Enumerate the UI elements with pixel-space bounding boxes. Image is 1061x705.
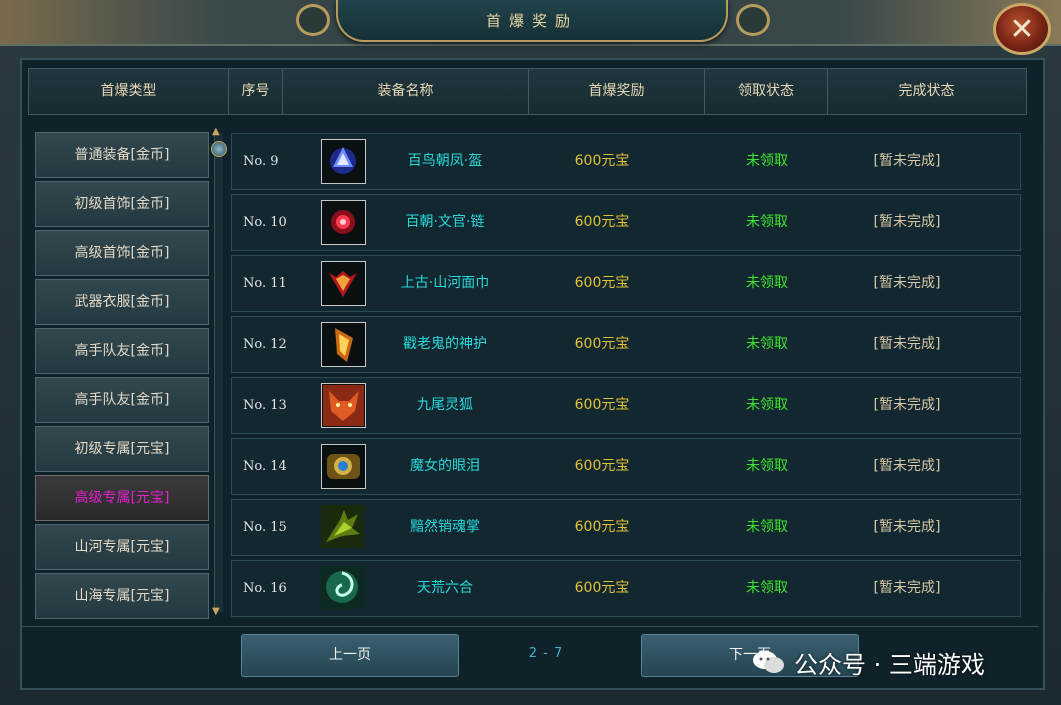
header-reward: 首爆奖励 bbox=[529, 69, 705, 114]
header-category: 首爆类型 bbox=[29, 69, 229, 114]
reward-value: 600元宝 bbox=[574, 214, 630, 230]
claim-status: 未领取 bbox=[746, 153, 788, 169]
row-number: No. 11 bbox=[243, 276, 287, 291]
claim-status: 未领取 bbox=[746, 580, 788, 596]
reward-value: 600元宝 bbox=[574, 519, 630, 535]
scroll-down-icon[interactable]: ▼ bbox=[212, 606, 220, 617]
claw-icon[interactable] bbox=[321, 505, 364, 548]
table-row[interactable]: No. 14 魔女的眼泪 600元宝 未领取 [暂未完成] bbox=[231, 438, 1021, 495]
sidebar-item-mountain-river-exclusive[interactable]: 山河专属[元宝] bbox=[35, 524, 209, 570]
table-row[interactable]: No. 9 百鸟朝凤·盔 600元宝 未领取 [暂未完成] bbox=[231, 133, 1021, 190]
complete-status: [暂未完成] bbox=[873, 336, 941, 352]
header-index: 序号 bbox=[229, 69, 283, 114]
equipment-name: 百朝·文官·链 bbox=[405, 214, 485, 230]
page-indicator: 2 - 7 bbox=[528, 646, 564, 661]
watermark-text: 公众号 · 三端游戏 bbox=[794, 650, 985, 679]
complete-status: [暂未完成] bbox=[873, 153, 941, 169]
equipment-name: 天荒六合 bbox=[417, 580, 473, 596]
row-number: No. 15 bbox=[243, 520, 287, 535]
claim-status: 未领取 bbox=[746, 214, 788, 230]
row-number: No. 12 bbox=[243, 337, 287, 352]
table-row[interactable]: No. 11 上古·山河面巾 600元宝 未领取 [暂未完成] bbox=[231, 255, 1021, 312]
sidebar-item-weapon-armor[interactable]: 武器衣服[金币] bbox=[35, 279, 209, 325]
necklace-icon[interactable] bbox=[321, 200, 366, 245]
table-row[interactable]: No. 10 百朝·文官·链 600元宝 未领取 [暂未完成] bbox=[231, 194, 1021, 251]
sidebar-item-mountain-sea-exclusive[interactable]: 山海专属[元宝] bbox=[35, 573, 209, 619]
claim-status: 未领取 bbox=[746, 336, 788, 352]
complete-status: [暂未完成] bbox=[873, 519, 941, 535]
table-row[interactable]: No. 15 黯然销魂掌 600元宝 未领取 [暂未完成] bbox=[231, 499, 1021, 556]
row-number: No. 13 bbox=[243, 398, 287, 413]
reward-value: 600元宝 bbox=[574, 153, 630, 169]
table-header: 首爆类型 序号 装备名称 首爆奖励 领取状态 完成状态 bbox=[28, 68, 1027, 115]
sidebar-item-normal-gear[interactable]: 普通装备[金币] bbox=[35, 132, 209, 178]
header-claim-status: 领取状态 bbox=[705, 69, 828, 114]
complete-status: [暂未完成] bbox=[873, 397, 941, 413]
table-row[interactable]: No. 13 九尾灵狐 600元宝 未领取 [暂未完成] bbox=[231, 377, 1021, 434]
watermark: 公众号 · 三端游戏 bbox=[752, 645, 985, 679]
amulet-icon[interactable] bbox=[321, 322, 366, 367]
sidebar-scrollbar[interactable] bbox=[214, 132, 223, 612]
header-equipment-name: 装备名称 bbox=[283, 69, 529, 114]
fox-icon[interactable] bbox=[321, 383, 366, 428]
sidebar-item-advanced-jewelry[interactable]: 高级首饰[金币] bbox=[35, 230, 209, 276]
sidebar-item-advanced-exclusive[interactable]: 高级专属[元宝] bbox=[35, 475, 209, 521]
complete-status: [暂未完成] bbox=[873, 458, 941, 474]
complete-status: [暂未完成] bbox=[873, 580, 941, 596]
equipment-name: 九尾灵狐 bbox=[417, 397, 473, 413]
close-button[interactable]: ✕ bbox=[993, 3, 1051, 55]
row-number: No. 9 bbox=[243, 154, 279, 169]
claim-status: 未领取 bbox=[746, 275, 788, 291]
equipment-name: 魔女的眼泪 bbox=[410, 458, 480, 474]
equipment-name: 上古·山河面巾 bbox=[400, 275, 490, 291]
mask-icon[interactable] bbox=[321, 261, 366, 306]
row-number: No. 14 bbox=[243, 459, 287, 474]
scroll-thumb[interactable] bbox=[211, 141, 227, 157]
equipment-name: 戳老鬼的神护 bbox=[403, 336, 487, 352]
wechat-icon bbox=[753, 651, 784, 673]
sidebar-item-basic-jewelry[interactable]: 初级首饰[金币] bbox=[35, 181, 209, 227]
window-title: 首爆奖励 bbox=[485, 11, 578, 30]
scroll-up-icon[interactable]: ▲ bbox=[212, 126, 220, 137]
right-scroll-ornament bbox=[736, 4, 770, 36]
complete-status: [暂未完成] bbox=[873, 275, 941, 291]
table-row[interactable]: No. 12 戳老鬼的神护 600元宝 未领取 [暂未完成] bbox=[231, 316, 1021, 373]
close-x-icon: ✕ bbox=[1009, 11, 1035, 47]
complete-status: [暂未完成] bbox=[873, 214, 941, 230]
reward-value: 600元宝 bbox=[574, 458, 630, 474]
claim-status: 未领取 bbox=[746, 397, 788, 413]
sidebar-item-basic-exclusive[interactable]: 初级专属[元宝] bbox=[35, 426, 209, 472]
claim-status: 未领取 bbox=[746, 519, 788, 535]
sidebar-item-expert-teammate[interactable]: 高手队友[金币] bbox=[35, 328, 209, 374]
equipment-name: 百鸟朝凤·盔 bbox=[407, 153, 483, 169]
reward-value: 600元宝 bbox=[574, 580, 630, 596]
gem-icon[interactable] bbox=[321, 444, 366, 489]
prev-page-button[interactable]: 上一页 bbox=[241, 634, 459, 677]
row-number: No. 10 bbox=[243, 215, 287, 230]
header-complete-status: 完成状态 bbox=[898, 83, 955, 99]
reward-value: 600元宝 bbox=[574, 397, 630, 413]
swirl-icon[interactable] bbox=[321, 566, 364, 609]
reward-value: 600元宝 bbox=[574, 336, 630, 352]
reward-value: 600元宝 bbox=[574, 275, 630, 291]
equipment-name: 黯然销魂掌 bbox=[410, 519, 480, 535]
table-row[interactable]: No. 16 天荒六合 600元宝 未领取 [暂未完成] bbox=[231, 560, 1021, 617]
helmet-icon[interactable] bbox=[321, 139, 366, 184]
sidebar-item-expert-teammate-2[interactable]: 高手队友[金币] bbox=[35, 377, 209, 423]
left-scroll-ornament bbox=[296, 4, 330, 36]
claim-status: 未领取 bbox=[746, 458, 788, 474]
title-plate: 首爆奖励 bbox=[336, 0, 728, 42]
row-number: No. 16 bbox=[243, 581, 287, 596]
